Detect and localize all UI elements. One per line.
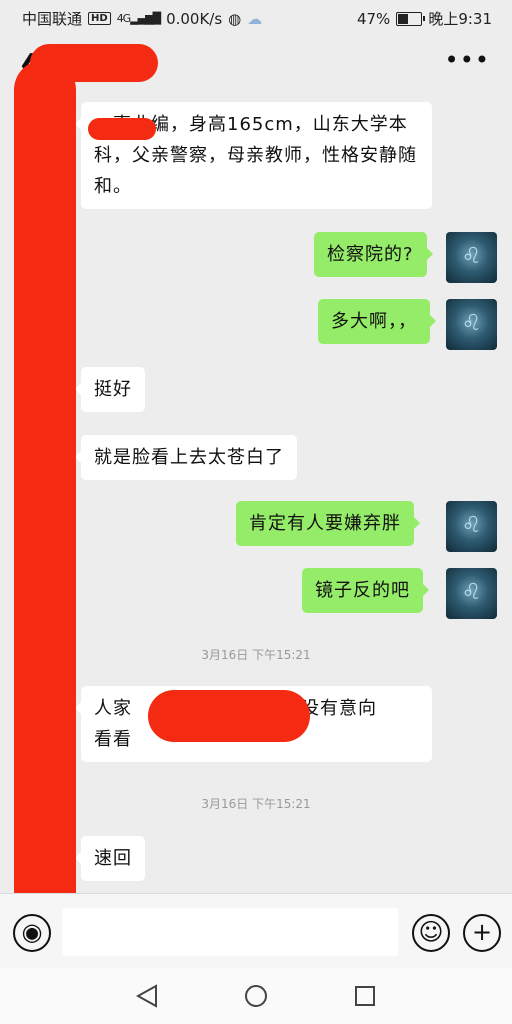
- message-text: 多大啊，，: [331, 311, 417, 332]
- my-avatar[interactable]: ♌: [446, 501, 497, 552]
- message-bubble-sent[interactable]: 肯定有人要嫌弃胖: [236, 501, 420, 546]
- chat-timestamp: 3月16日 下午15:21: [201, 648, 311, 662]
- message-bubble-sent[interactable]: 多大啊，，: [318, 299, 436, 344]
- chat-timestamp: 3月16日 下午15:21: [201, 797, 311, 811]
- lion-icon: ♌: [461, 244, 482, 269]
- hd-badge: HD: [88, 12, 111, 25]
- message-bubble-sent[interactable]: 镜子反的吧: [302, 568, 429, 613]
- status-bar: 中国联通 HD 4G▂▄▆█ 0.00K/s ◍ ☁ 47% 晚上9:31: [0, 0, 512, 36]
- lion-icon: ♌: [461, 580, 482, 605]
- message-bubble-received[interactable]: 速回: [75, 836, 145, 881]
- message-text: 挺好: [94, 379, 132, 400]
- voice-icon[interactable]: ◉: [13, 914, 51, 952]
- message-input[interactable]: [62, 908, 398, 956]
- message-text: 检察院的?: [327, 244, 414, 265]
- message-bubble-received[interactable]: 就是脸看上去太苍白了: [75, 435, 297, 480]
- battery-icon: [396, 11, 426, 26]
- carrier-label: 中国联通: [22, 10, 83, 28]
- more-options-button[interactable]: •••: [445, 46, 490, 74]
- chat-input-bar: ◉ ☺ +: [0, 893, 512, 969]
- message-bubble-received[interactable]: 挺好: [75, 367, 145, 412]
- lion-icon: ♌: [461, 311, 482, 336]
- net-speed-label: 0.00K/s: [166, 9, 223, 28]
- message-bubble-sent[interactable]: 检察院的?: [314, 232, 433, 277]
- my-avatar[interactable]: ♌: [446, 299, 497, 350]
- lion-icon: ♌: [461, 513, 482, 538]
- emoji-icon[interactable]: ☺: [412, 914, 450, 952]
- message-text: 镜子反的吧: [315, 580, 410, 601]
- message-text: 速回: [94, 848, 132, 869]
- my-avatar[interactable]: ♌: [446, 232, 497, 283]
- message-text: 人家: [94, 698, 132, 719]
- cloud-icon: ☁: [247, 9, 263, 28]
- clock-label: 晚上9:31: [428, 10, 492, 28]
- my-avatar[interactable]: ♌: [446, 568, 497, 619]
- globe-icon: ◍: [228, 9, 242, 28]
- circle-home-icon[interactable]: [244, 984, 268, 1008]
- plus-icon[interactable]: +: [463, 914, 501, 952]
- message-text: 就是脸看上去太苍白了: [94, 447, 284, 468]
- message-text: 肯定有人要嫌弃胖: [249, 513, 401, 534]
- system-nav-bar: [0, 968, 512, 1024]
- square-recent-icon[interactable]: [354, 985, 376, 1007]
- network-type-label: 4G: [116, 12, 131, 25]
- signal-icon: 4G▂▄▆█: [116, 12, 161, 25]
- triangle-back-icon[interactable]: [136, 984, 158, 1008]
- battery-percent: 47%: [356, 9, 391, 28]
